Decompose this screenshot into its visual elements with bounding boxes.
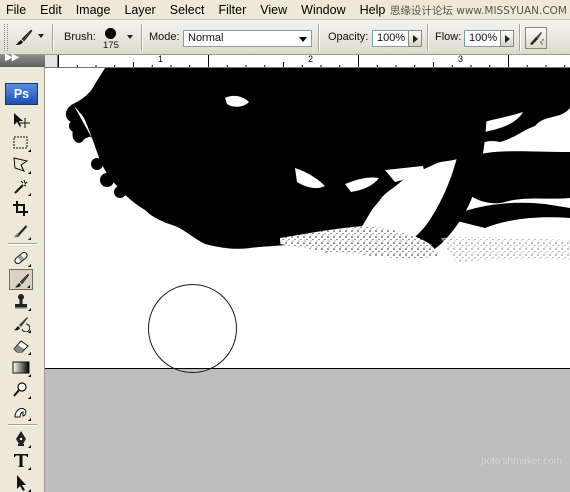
separator xyxy=(318,24,320,51)
mode-label: Mode: xyxy=(149,31,180,43)
document-canvas[interactable] xyxy=(45,68,570,369)
crop-tool[interactable] xyxy=(9,198,33,219)
flow-value: 100% xyxy=(469,32,498,44)
options-bar: Brush: 175 Mode: Normal Opacity: 100% Fl… xyxy=(0,20,570,55)
menu-edit[interactable]: Edit xyxy=(33,0,69,20)
lasso-tool[interactable] xyxy=(9,154,33,175)
brush-picker-arrow-icon[interactable] xyxy=(127,35,133,39)
crop-icon xyxy=(13,201,28,216)
marquee-tool[interactable] xyxy=(9,132,33,153)
healing-brush-tool[interactable] xyxy=(9,247,33,268)
separator xyxy=(141,24,143,51)
separator xyxy=(427,24,429,51)
brush-icon xyxy=(16,29,33,45)
menu-image[interactable]: Image xyxy=(69,0,118,20)
opacity-slider-toggle[interactable] xyxy=(408,30,422,47)
toolbox-divider xyxy=(8,243,37,245)
path-selection-tool[interactable] xyxy=(9,472,33,492)
eraser-tool[interactable] xyxy=(9,335,33,356)
menu-filter[interactable]: Filter xyxy=(211,0,253,20)
toolbox-divider xyxy=(8,424,37,426)
dodge-tool[interactable] xyxy=(9,379,33,400)
flow-slider-toggle[interactable] xyxy=(500,30,514,47)
clone-stamp-tool[interactable] xyxy=(9,291,33,312)
mode-select[interactable]: Normal xyxy=(183,30,312,47)
toolbox: ▶▶ Ps xyxy=(0,52,45,492)
type-tool[interactable] xyxy=(9,450,33,471)
brush-tip-preview-icon[interactable] xyxy=(105,28,116,39)
preset-dropdown-arrow-icon[interactable] xyxy=(38,34,44,38)
ruler-label: 3 xyxy=(458,55,464,64)
opacity-label: Opacity: xyxy=(328,31,369,43)
move-icon xyxy=(14,113,30,128)
magic-wand-tool[interactable] xyxy=(9,176,33,197)
separator xyxy=(519,24,521,51)
menu-bar: File Edit Image Layer Select Filter View… xyxy=(0,0,570,20)
pasteboard xyxy=(45,369,570,492)
site-watermark: 思缘设计论坛 www.MISSYUAN.COM xyxy=(389,5,567,17)
menu-help[interactable]: Help xyxy=(353,0,393,20)
flow-label: Flow: xyxy=(435,31,462,43)
history-brush-tool[interactable] xyxy=(9,313,33,334)
toolbox-title-bar[interactable]: ▶▶ xyxy=(0,52,45,67)
ruler-label: 2 xyxy=(308,55,314,64)
menu-layer[interactable]: Layer xyxy=(117,0,162,20)
menu-view[interactable]: View xyxy=(253,0,294,20)
airbrush-toggle-button[interactable] xyxy=(525,27,547,49)
flow-input[interactable]: 100% xyxy=(464,30,502,47)
horizontal-ruler[interactable]: 1 2 3 xyxy=(45,55,570,68)
mode-value: Normal xyxy=(188,32,224,44)
gradient-tool[interactable] xyxy=(9,357,33,378)
slice-tool[interactable] xyxy=(9,220,33,241)
chevron-down-icon xyxy=(299,37,307,42)
pen-tool[interactable] xyxy=(9,428,33,449)
opacity-input[interactable]: 100% xyxy=(372,30,410,47)
menu-window[interactable]: Window xyxy=(294,0,352,20)
ruler-label: 1 xyxy=(158,55,164,64)
separator xyxy=(52,24,54,51)
brush-size-value: 175 xyxy=(103,40,119,51)
blur-tool[interactable] xyxy=(9,401,33,422)
footer-watermark: poto’shmaker.com xyxy=(481,456,562,467)
menu-file[interactable]: File xyxy=(0,0,33,20)
airbrush-icon xyxy=(530,32,544,45)
options-bar-grip[interactable] xyxy=(4,24,8,51)
opacity-value: 100% xyxy=(377,32,406,44)
tree-silhouette-image xyxy=(65,68,570,262)
brush-tool[interactable] xyxy=(9,269,33,290)
tool-preset-picker[interactable] xyxy=(12,26,36,48)
menu-select[interactable]: Select xyxy=(163,0,212,20)
move-tool[interactable] xyxy=(9,110,33,131)
brush-cursor-circle xyxy=(148,284,237,373)
photoshop-logo[interactable]: Ps xyxy=(5,83,38,105)
brush-label: Brush: xyxy=(64,31,96,43)
